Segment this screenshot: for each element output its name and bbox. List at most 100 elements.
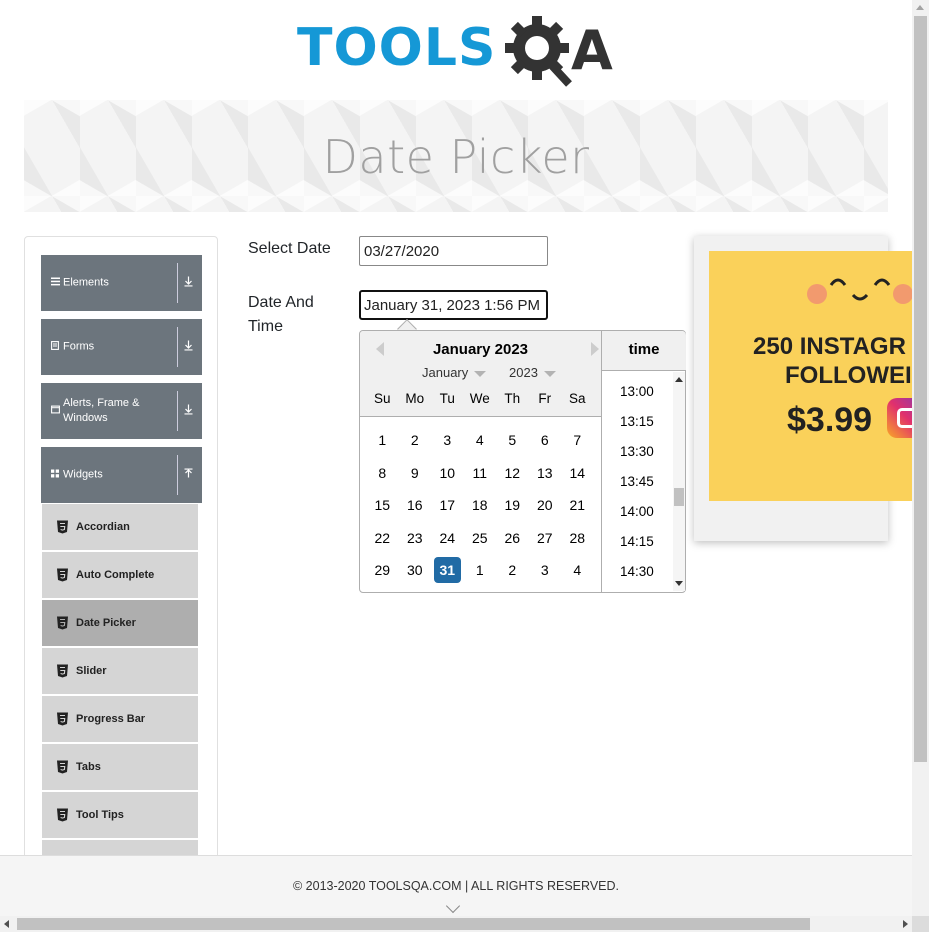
next-month-icon[interactable] — [591, 342, 599, 356]
date-and-time-input[interactable] — [359, 290, 548, 320]
scroll-thumb[interactable] — [914, 16, 927, 762]
calendar-day[interactable]: 21 — [561, 492, 594, 525]
logo-suffix: A — [571, 19, 613, 82]
calendar-day[interactable]: 1 — [464, 557, 497, 590]
calendar-day[interactable]: 1 — [366, 427, 399, 460]
upload-icon — [184, 468, 193, 482]
sidebar-item-tool-tips[interactable]: Tool Tips — [42, 792, 198, 838]
calendar-day-number: 13 — [536, 464, 553, 481]
calendar-day[interactable]: 4 — [561, 557, 594, 590]
calendar-day-number: 4 — [475, 432, 484, 448]
calendar-day[interactable]: 27 — [529, 525, 562, 558]
month-dropdown[interactable]: January — [422, 365, 487, 380]
sidebar-group-forms[interactable]: Forms — [41, 319, 202, 375]
weekday-name: Fr — [538, 391, 552, 406]
time-column: time 13:00 13:15 13:30 13:45 14:00 14:15 14:30 — [601, 331, 686, 592]
weekday-name: Mo — [405, 391, 425, 406]
scroll-thumb[interactable] — [17, 918, 810, 930]
calendar-day[interactable]: 29 — [366, 557, 399, 590]
calendar-day[interactable]: 10 — [431, 460, 464, 493]
calendar-day[interactable]: 28 — [561, 525, 594, 558]
calendar-day[interactable]: 20 — [529, 492, 562, 525]
weekday-header: Su Mo Tu We Th Fr Sa — [366, 391, 596, 406]
download-icon — [184, 276, 193, 290]
calendar-day-number: 11 — [472, 464, 488, 481]
sidebar-item-label: Tabs — [76, 761, 101, 773]
horizontal-scrollbar[interactable] — [0, 916, 912, 932]
calendar-day-number: 14 — [569, 464, 586, 481]
toolsqa-logo[interactable]: TOOLS A — [297, 14, 627, 92]
calendar-day[interactable]: 9 — [399, 460, 432, 493]
calendar-day-selected[interactable]: 31 — [431, 557, 464, 590]
calendar-day[interactable]: 22 — [366, 525, 399, 558]
sidebar-item-auto-complete[interactable]: Auto Complete — [42, 552, 198, 598]
calendar-day[interactable]: 24 — [431, 525, 464, 558]
sidebar-item-accordian[interactable]: Accordian — [42, 504, 198, 550]
scroll-thumb[interactable] — [674, 488, 684, 506]
sidebar-item-progress-bar[interactable]: Progress Bar — [42, 696, 198, 742]
calendar-day-number: 20 — [536, 497, 553, 513]
divider — [177, 455, 178, 495]
calendar-day[interactable]: 3 — [431, 427, 464, 460]
calendar-day-number: 4 — [573, 562, 582, 578]
divider — [177, 391, 178, 431]
scroll-up-icon[interactable] — [675, 377, 683, 382]
calendar-day[interactable]: 15 — [366, 492, 399, 525]
sidebar-item-label: Auto Complete — [76, 569, 155, 581]
weekday-name: Tu — [439, 391, 455, 406]
scroll-left-icon[interactable] — [4, 920, 9, 928]
datepicker-popup: January 2023 January 2023 Su Mo Tu We Th… — [359, 330, 686, 593]
time-scrollbar[interactable] — [673, 372, 685, 591]
sidebar-group-elements[interactable]: Elements — [41, 255, 202, 311]
advertisement[interactable]: 250 INSTAGR FOLLOWEI $3.99 — [709, 251, 912, 501]
page-title: Date Picker — [322, 130, 590, 184]
calendar-day-number: 3 — [540, 562, 549, 578]
select-date-input[interactable] — [359, 236, 548, 266]
html5-icon — [57, 712, 68, 726]
calendar-day[interactable]: 25 — [464, 525, 497, 558]
sidebar-item-slider[interactable]: Slider — [42, 648, 198, 694]
calendar-day[interactable]: 19 — [496, 492, 529, 525]
chevron-down-icon[interactable] — [445, 898, 461, 914]
html5-icon — [57, 760, 68, 774]
html5-icon — [57, 520, 68, 534]
html5-icon — [57, 664, 68, 678]
html5-icon — [57, 616, 68, 630]
calendar-day-number: 15 — [374, 497, 391, 513]
scroll-right-icon[interactable] — [903, 920, 908, 928]
calendar-day[interactable]: 18 — [464, 492, 497, 525]
calendar-day[interactable]: 7 — [561, 427, 594, 460]
sidebar-group-widgets[interactable]: Widgets — [41, 447, 202, 503]
vertical-scrollbar[interactable] — [912, 0, 929, 916]
scroll-up-icon[interactable] — [916, 5, 924, 10]
calendar-week: 29 30 31 1 2 3 4 — [366, 557, 596, 590]
calendar-day[interactable]: 16 — [399, 492, 432, 525]
calendar-day[interactable]: 4 — [464, 427, 497, 460]
calendar-day-number: 30 — [406, 562, 423, 578]
calendar-day[interactable]: 13 — [529, 460, 562, 493]
sidebar-item-date-picker[interactable]: Date Picker — [42, 600, 198, 646]
calendar-day[interactable]: 14 — [561, 460, 594, 493]
sidebar-item-tabs[interactable]: Tabs — [42, 744, 198, 790]
download-icon — [184, 404, 193, 418]
calendar-day[interactable]: 8 — [366, 460, 399, 493]
calendar-day-number: 17 — [439, 497, 456, 513]
year-dropdown[interactable]: 2023 — [509, 365, 556, 380]
calendar-day[interactable]: 23 — [399, 525, 432, 558]
calendar-day[interactable]: 11 — [464, 460, 497, 493]
sidebar-item-label: Tool Tips — [76, 809, 124, 821]
calendar-day[interactable]: 2 — [496, 557, 529, 590]
calendar-day[interactable]: 30 — [399, 557, 432, 590]
calendar-day[interactable]: 12 — [496, 460, 529, 493]
calendar-day[interactable]: 17 — [431, 492, 464, 525]
calendar-day[interactable]: 3 — [529, 557, 562, 590]
sidebar-group-alerts[interactable]: Alerts, Frame & Windows — [41, 383, 202, 439]
scroll-down-icon[interactable] — [675, 581, 683, 586]
calendar-day[interactable]: 5 — [496, 427, 529, 460]
calendar-day[interactable]: 6 — [529, 427, 562, 460]
month-dropdown-value: January — [422, 365, 469, 380]
calendar-day[interactable]: 26 — [496, 525, 529, 558]
calendar-day-number: 12 — [504, 464, 521, 481]
calendar-day[interactable]: 2 — [399, 427, 432, 460]
date-and-time-label: Date And Time — [248, 294, 314, 335]
